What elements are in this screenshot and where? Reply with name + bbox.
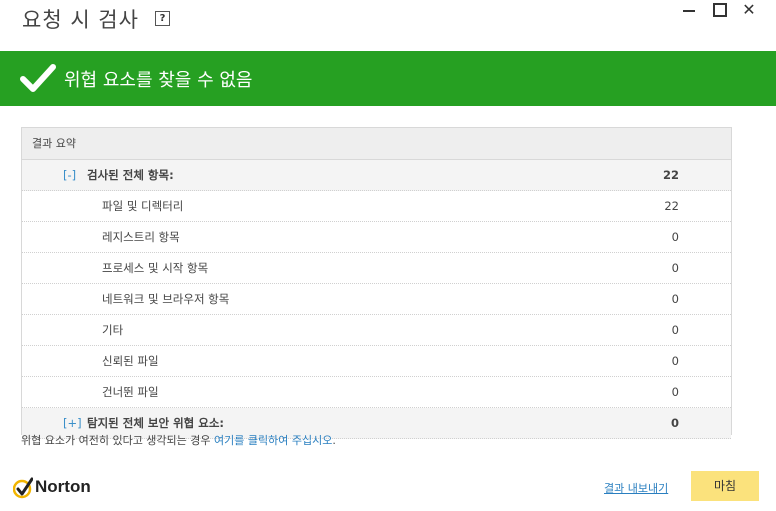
status-message: 위협 요소를 찾을 수 없음 (64, 70, 253, 91)
panel-header: 결과 요약 (22, 128, 731, 160)
done-button[interactable]: 마침 (691, 471, 759, 501)
collapse-toggle[interactable]: [-] (63, 160, 76, 190)
export-results-link[interactable]: 결과 내보내기 (604, 480, 668, 496)
row-count: 0 (671, 385, 679, 399)
table-row: 파일 및 디렉터리 22 (22, 191, 731, 222)
minimize-button[interactable] (678, 0, 700, 20)
row-label: 네트워크 및 브라우저 항목 (102, 292, 230, 306)
row-count: 0 (671, 292, 679, 306)
checkmark-icon (20, 64, 56, 92)
row-count: 22 (664, 199, 679, 213)
row-count: 0 (670, 416, 679, 430)
close-icon: ✕ (742, 0, 756, 19)
window-title: 요청 시 검사 (22, 8, 139, 32)
maximize-button[interactable] (708, 0, 730, 20)
title-bar: 요청 시 검사 ? ✕ (0, 0, 776, 50)
row-label: 건너뛴 파일 (102, 385, 159, 399)
table-row: 건너뛴 파일 0 (22, 377, 731, 408)
total-scanned-row: [-] 검사된 전체 항목: 22 (22, 160, 731, 191)
row-label: 신뢰된 파일 (102, 354, 159, 368)
close-button[interactable]: ✕ (738, 0, 760, 20)
row-count: 0 (671, 261, 679, 275)
results-summary-panel: 결과 요약 [-] 검사된 전체 항목: 22 파일 및 디렉터리 22 레지스… (21, 127, 732, 439)
row-label: 레지스트리 항목 (102, 230, 180, 244)
row-label: 검사된 전체 항목: (87, 168, 174, 182)
table-row: 프로세스 및 시작 항목 0 (22, 253, 731, 284)
click-here-link[interactable]: 여기를 클릭하여 주십시오 (214, 434, 332, 447)
row-label: 기타 (102, 323, 124, 337)
table-row: 네트워크 및 브라우저 항목 0 (22, 284, 731, 315)
table-row: 신뢰된 파일 0 (22, 346, 731, 377)
note-suffix: . (332, 434, 336, 447)
table-row: 기타 0 (22, 315, 731, 346)
brand-name: Norton (35, 477, 91, 496)
help-note: 위협 요소가 여전히 있다고 생각되는 경우 여기를 클릭하여 주십시오. (21, 432, 336, 448)
maximize-icon (713, 3, 727, 17)
table-row: 레지스트리 항목 0 (22, 222, 731, 253)
minimize-icon (683, 10, 695, 12)
row-count: 0 (671, 354, 679, 368)
help-icon[interactable]: ? (155, 11, 170, 26)
status-banner: 위협 요소를 찾을 수 없음 (0, 51, 776, 106)
row-count: 0 (671, 323, 679, 337)
row-count: 0 (671, 230, 679, 244)
row-count: 22 (662, 168, 679, 182)
row-label: 프로세스 및 시작 항목 (102, 261, 209, 275)
note-text: 위협 요소가 여전히 있다고 생각되는 경우 (21, 434, 215, 447)
row-label: 파일 및 디렉터리 (102, 199, 184, 213)
norton-check-icon (13, 477, 33, 499)
